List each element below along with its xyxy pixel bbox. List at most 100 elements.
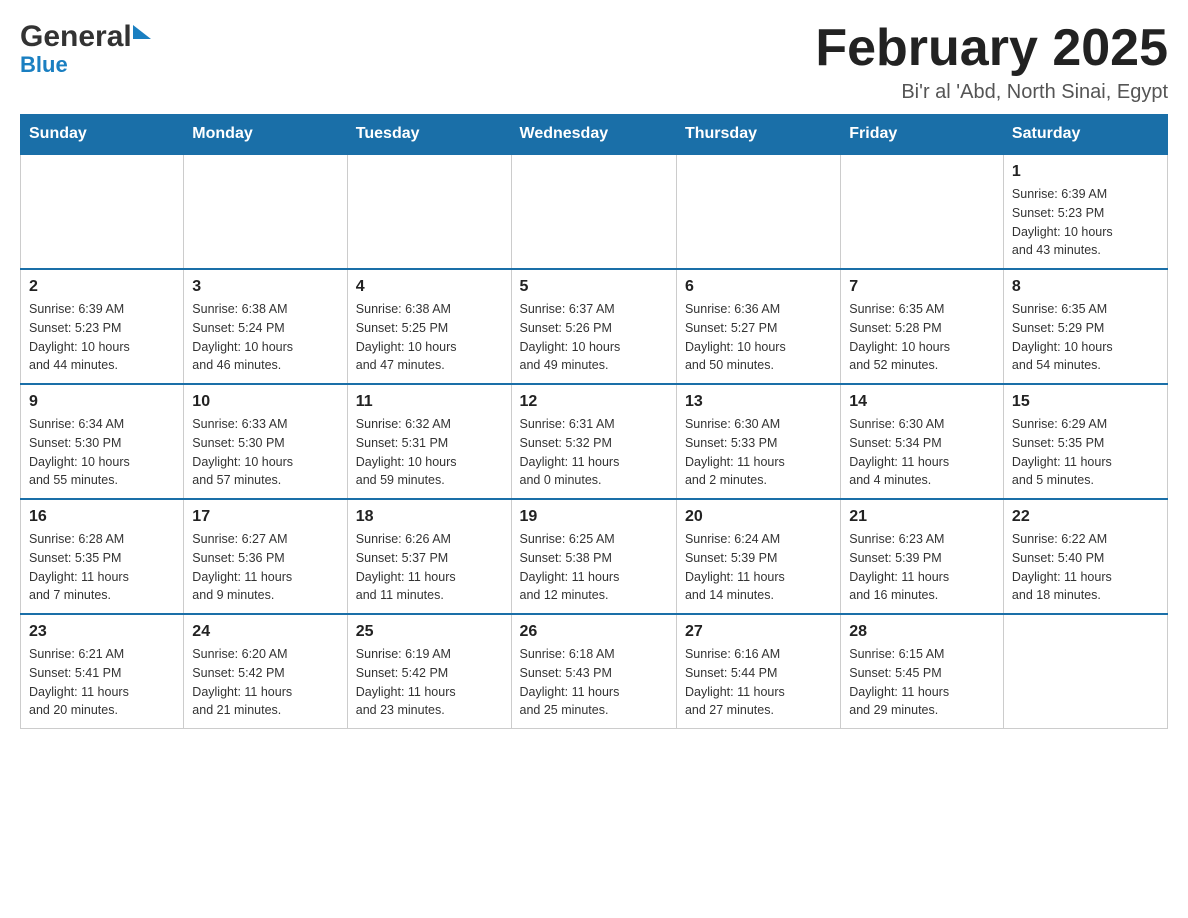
day-info: Sunrise: 6:26 AM Sunset: 5:37 PM Dayligh…: [356, 530, 503, 605]
calendar-day-header: Wednesday: [511, 115, 676, 155]
day-number: 23: [29, 623, 175, 641]
day-info: Sunrise: 6:15 AM Sunset: 5:45 PM Dayligh…: [849, 645, 995, 720]
calendar-cell: 3 Sunrise: 6:38 AM Sunset: 5:24 PM Daylig…: [184, 269, 347, 384]
calendar-header-row: SundayMondayTuesdayWednesdayThursdayFrid…: [21, 115, 1168, 155]
day-number: 1: [1012, 163, 1159, 181]
day-number: 27: [685, 623, 832, 641]
calendar-day-header: Monday: [184, 115, 347, 155]
day-number: 4: [356, 278, 503, 296]
day-number: 2: [29, 278, 175, 296]
day-number: 8: [1012, 278, 1159, 296]
day-info: Sunrise: 6:20 AM Sunset: 5:42 PM Dayligh…: [192, 645, 338, 720]
logo-arrow-icon: [133, 25, 151, 39]
day-info: Sunrise: 6:28 AM Sunset: 5:35 PM Dayligh…: [29, 530, 175, 605]
calendar-cell: 19 Sunrise: 6:25 AM Sunset: 5:38 PM Dayli…: [511, 499, 676, 614]
calendar-cell: 20 Sunrise: 6:24 AM Sunset: 5:39 PM Dayli…: [676, 499, 840, 614]
calendar-cell: 18 Sunrise: 6:26 AM Sunset: 5:37 PM Dayli…: [347, 499, 511, 614]
day-info: Sunrise: 6:35 AM Sunset: 5:29 PM Dayligh…: [1012, 300, 1159, 375]
calendar-week-row: 1 Sunrise: 6:39 AM Sunset: 5:23 PM Daylig…: [21, 154, 1168, 269]
calendar-day-header: Tuesday: [347, 115, 511, 155]
calendar-table: SundayMondayTuesdayWednesdayThursdayFrid…: [20, 114, 1168, 729]
calendar-cell: 16 Sunrise: 6:28 AM Sunset: 5:35 PM Dayli…: [21, 499, 184, 614]
day-number: 20: [685, 508, 832, 526]
calendar-cell: 21 Sunrise: 6:23 AM Sunset: 5:39 PM Dayli…: [841, 499, 1004, 614]
calendar-day-header: Sunday: [21, 115, 184, 155]
calendar-day-header: Thursday: [676, 115, 840, 155]
day-number: 3: [192, 278, 338, 296]
calendar-cell: 27Sunrise: 6:16 AM Sunset: 5:44 PM Dayli…: [676, 614, 840, 729]
month-title: February 2025: [815, 20, 1168, 77]
calendar-cell: 8 Sunrise: 6:35 AM Sunset: 5:29 PM Daylig…: [1003, 269, 1167, 384]
calendar-day-header: Saturday: [1003, 115, 1167, 155]
day-info: Sunrise: 6:31 AM Sunset: 5:32 PM Dayligh…: [520, 415, 668, 490]
calendar-day-header: Friday: [841, 115, 1004, 155]
calendar-cell: 11 Sunrise: 6:32 AM Sunset: 5:31 PM Dayli…: [347, 384, 511, 499]
day-number: 12: [520, 393, 668, 411]
calendar-cell: 23 Sunrise: 6:21 AM Sunset: 5:41 PM Dayli…: [21, 614, 184, 729]
logo-general-text: General: [20, 20, 132, 54]
calendar-cell: 4 Sunrise: 6:38 AM Sunset: 5:25 PM Daylig…: [347, 269, 511, 384]
day-info: Sunrise: 6:24 AM Sunset: 5:39 PM Dayligh…: [685, 530, 832, 605]
day-info: Sunrise: 6:25 AM Sunset: 5:38 PM Dayligh…: [520, 530, 668, 605]
calendar-cell: [1003, 614, 1167, 729]
day-info: Sunrise: 6:21 AM Sunset: 5:41 PM Dayligh…: [29, 645, 175, 720]
day-number: 28: [849, 623, 995, 641]
logo: General Blue: [20, 20, 151, 78]
day-number: 6: [685, 278, 832, 296]
day-number: 18: [356, 508, 503, 526]
day-info: Sunrise: 6:37 AM Sunset: 5:26 PM Dayligh…: [520, 300, 668, 375]
calendar-cell: 12 Sunrise: 6:31 AM Sunset: 5:32 PM Dayli…: [511, 384, 676, 499]
day-info: Sunrise: 6:38 AM Sunset: 5:25 PM Dayligh…: [356, 300, 503, 375]
calendar-cell: 14 Sunrise: 6:30 AM Sunset: 5:34 PM Dayli…: [841, 384, 1004, 499]
calendar-cell: 15Sunrise: 6:29 AM Sunset: 5:35 PM Dayli…: [1003, 384, 1167, 499]
calendar-cell: 17Sunrise: 6:27 AM Sunset: 5:36 PM Dayli…: [184, 499, 347, 614]
day-info: Sunrise: 6:19 AM Sunset: 5:42 PM Dayligh…: [356, 645, 503, 720]
calendar-week-row: 23 Sunrise: 6:21 AM Sunset: 5:41 PM Dayli…: [21, 614, 1168, 729]
day-number: 13: [685, 393, 832, 411]
day-number: 11: [356, 393, 503, 411]
calendar-cell: [21, 154, 184, 269]
calendar-cell: 5 Sunrise: 6:37 AM Sunset: 5:26 PM Daylig…: [511, 269, 676, 384]
day-info: Sunrise: 6:18 AM Sunset: 5:43 PM Dayligh…: [520, 645, 668, 720]
day-number: 25: [356, 623, 503, 641]
day-info: Sunrise: 6:36 AM Sunset: 5:27 PM Dayligh…: [685, 300, 832, 375]
day-info: Sunrise: 6:35 AM Sunset: 5:28 PM Dayligh…: [849, 300, 995, 375]
day-number: 24: [192, 623, 338, 641]
calendar-cell: 6 Sunrise: 6:36 AM Sunset: 5:27 PM Daylig…: [676, 269, 840, 384]
calendar-cell: [676, 154, 840, 269]
day-info: Sunrise: 6:30 AM Sunset: 5:34 PM Dayligh…: [849, 415, 995, 490]
day-info: Sunrise: 6:32 AM Sunset: 5:31 PM Dayligh…: [356, 415, 503, 490]
calendar-cell: 1 Sunrise: 6:39 AM Sunset: 5:23 PM Daylig…: [1003, 154, 1167, 269]
day-number: 10: [192, 393, 338, 411]
calendar-week-row: 16 Sunrise: 6:28 AM Sunset: 5:35 PM Dayli…: [21, 499, 1168, 614]
title-area: February 2025 Bi'r al 'Abd, North Sinai,…: [815, 20, 1168, 104]
day-number: 14: [849, 393, 995, 411]
day-info: Sunrise: 6:30 AM Sunset: 5:33 PM Dayligh…: [685, 415, 832, 490]
calendar-cell: 10 Sunrise: 6:33 AM Sunset: 5:30 PM Dayli…: [184, 384, 347, 499]
day-number: 5: [520, 278, 668, 296]
calendar-cell: [347, 154, 511, 269]
day-number: 17: [192, 508, 338, 526]
calendar-cell: 24 Sunrise: 6:20 AM Sunset: 5:42 PM Dayli…: [184, 614, 347, 729]
page-header: General Blue February 2025 Bi'r al 'Abd,…: [20, 20, 1168, 104]
calendar-cell: 2 Sunrise: 6:39 AM Sunset: 5:23 PM Daylig…: [21, 269, 184, 384]
day-info: Sunrise: 6:39 AM Sunset: 5:23 PM Dayligh…: [29, 300, 175, 375]
calendar-cell: 22 Sunrise: 6:22 AM Sunset: 5:40 PM Dayli…: [1003, 499, 1167, 614]
calendar-cell: 13 Sunrise: 6:30 AM Sunset: 5:33 PM Dayli…: [676, 384, 840, 499]
calendar-cell: [184, 154, 347, 269]
day-info: Sunrise: 6:39 AM Sunset: 5:23 PM Dayligh…: [1012, 185, 1159, 260]
calendar-cell: 7Sunrise: 6:35 AM Sunset: 5:28 PM Daylig…: [841, 269, 1004, 384]
calendar-cell: 28 Sunrise: 6:15 AM Sunset: 5:45 PM Dayli…: [841, 614, 1004, 729]
day-number: 16: [29, 508, 175, 526]
day-info: Sunrise: 6:22 AM Sunset: 5:40 PM Dayligh…: [1012, 530, 1159, 605]
day-number: 19: [520, 508, 668, 526]
day-info: Sunrise: 6:29 AM Sunset: 5:35 PM Dayligh…: [1012, 415, 1159, 490]
calendar-week-row: 9Sunrise: 6:34 AM Sunset: 5:30 PM Daylig…: [21, 384, 1168, 499]
calendar-week-row: 2 Sunrise: 6:39 AM Sunset: 5:23 PM Daylig…: [21, 269, 1168, 384]
day-info: Sunrise: 6:23 AM Sunset: 5:39 PM Dayligh…: [849, 530, 995, 605]
day-number: 22: [1012, 508, 1159, 526]
day-info: Sunrise: 6:33 AM Sunset: 5:30 PM Dayligh…: [192, 415, 338, 490]
calendar-cell: [511, 154, 676, 269]
day-info: Sunrise: 6:38 AM Sunset: 5:24 PM Dayligh…: [192, 300, 338, 375]
day-number: 21: [849, 508, 995, 526]
